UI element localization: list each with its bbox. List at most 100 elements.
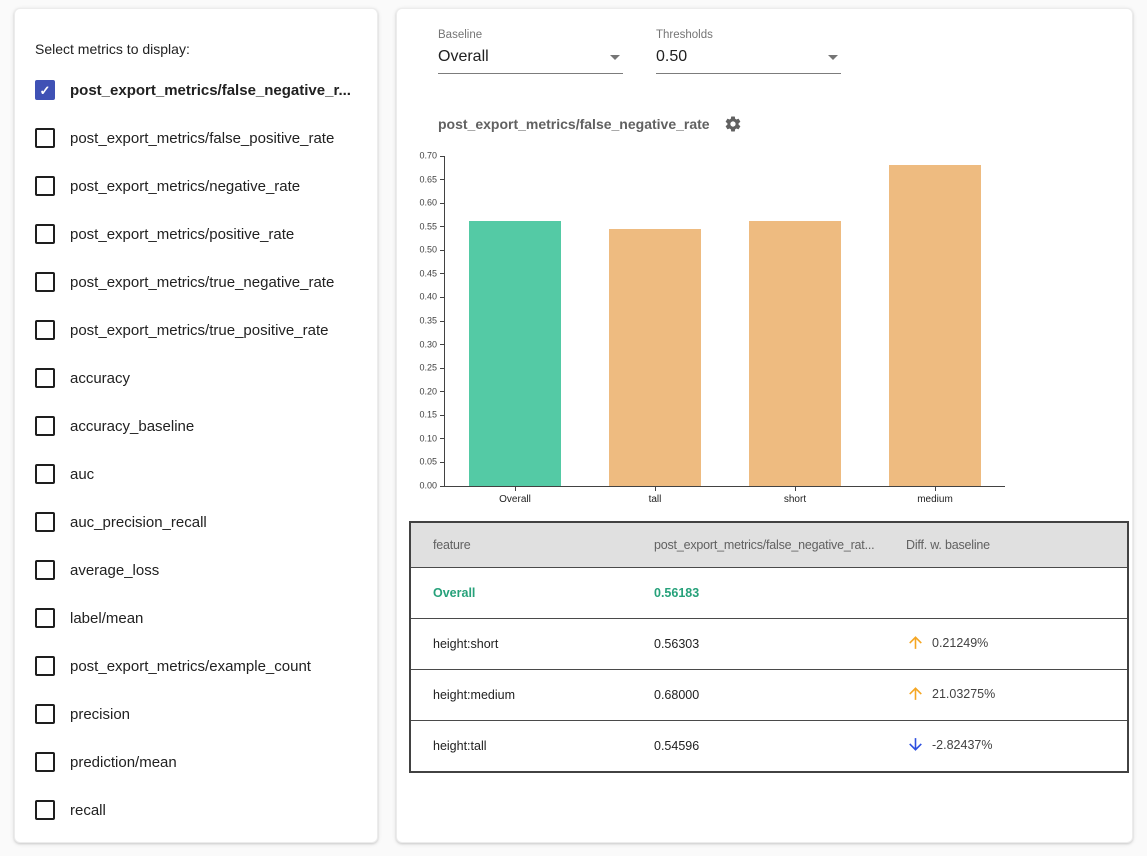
- metric-checkbox-item[interactable]: prediction/mean: [15, 738, 377, 786]
- thresholds-dropdown[interactable]: Thresholds 0.50: [656, 29, 841, 74]
- y-tick-mark: [440, 486, 445, 487]
- header-feature: feature: [410, 522, 632, 568]
- metric-label: auc_precision_recall: [70, 514, 207, 531]
- metric-checkbox-item[interactable]: label/mean: [15, 594, 377, 642]
- metric-checkbox-item[interactable]: recall: [15, 786, 377, 834]
- bar-medium[interactable]: [889, 165, 981, 486]
- baseline-dropdown-value-row[interactable]: Overall: [438, 43, 623, 74]
- metric-checkbox-item[interactable]: post_export_metrics/true_negative_rate: [15, 258, 377, 306]
- metric-checkbox-item[interactable]: ✓ post_export_metrics/false_negative_r...: [15, 66, 377, 114]
- x-slot: medium: [865, 487, 1005, 505]
- metric-checkbox-item[interactable]: accuracy_baseline: [15, 402, 377, 450]
- checkbox-icon[interactable]: [35, 704, 55, 724]
- down-arrow-icon: [906, 735, 925, 754]
- metric-label: post_export_metrics/true_positive_rate: [70, 322, 328, 339]
- bar-slot: [585, 156, 725, 486]
- checkbox-icon[interactable]: [35, 608, 55, 628]
- metric-label: prediction/mean: [70, 754, 177, 771]
- dropdown-caret-icon[interactable]: [610, 55, 620, 60]
- x-tick-mark: [795, 487, 796, 491]
- feature-cell: height:short: [410, 619, 632, 670]
- baseline-dropdown[interactable]: Baseline Overall: [438, 29, 623, 74]
- plot-area: [444, 156, 1005, 487]
- metric-checkbox-item[interactable]: post_export_metrics/negative_rate: [15, 162, 377, 210]
- metric-checkbox-item[interactable]: post_export_metrics/example_count: [15, 642, 377, 690]
- metric-label: post_export_metrics/true_negative_rate: [70, 274, 334, 291]
- x-axis: Overalltallshortmedium: [445, 487, 1005, 505]
- metric-label: auc: [70, 466, 94, 483]
- table-row: height:short0.56303 0.21249%: [410, 619, 1128, 670]
- checkbox-icon[interactable]: [35, 176, 55, 196]
- diff-value: 0.21249%: [932, 636, 988, 650]
- x-axis-label: medium: [865, 494, 1005, 505]
- y-tick-mark: [440, 273, 445, 274]
- bar-overall[interactable]: [469, 221, 561, 486]
- metric-checkbox-item[interactable]: post_export_metrics/positive_rate: [15, 210, 377, 258]
- y-tick-mark: [440, 297, 445, 298]
- feature-cell: height:tall: [410, 721, 632, 773]
- y-tick-label: 0.70: [419, 152, 437, 161]
- bar-slot: [445, 156, 585, 486]
- bar-tall[interactable]: [609, 229, 701, 486]
- checkbox-icon[interactable]: [35, 464, 55, 484]
- checkbox-icon[interactable]: [35, 512, 55, 532]
- checkbox-icon[interactable]: [35, 416, 55, 436]
- metric-checkbox-item[interactable]: auc_precision_recall: [15, 498, 377, 546]
- checkbox-icon[interactable]: [35, 752, 55, 772]
- metric-label: post_export_metrics/example_count: [70, 658, 311, 675]
- metric-checkbox-item[interactable]: post_export_metrics/true_positive_rate: [15, 306, 377, 354]
- main-panel-card: Baseline Overall Thresholds 0.50 post_ex…: [396, 8, 1133, 843]
- baseline-dropdown-value: Overall: [438, 48, 489, 66]
- y-tick-label: 0.00: [419, 482, 437, 491]
- y-tick-label: 0.10: [419, 434, 437, 443]
- bar-short[interactable]: [749, 221, 841, 486]
- x-slot: Overall: [445, 487, 585, 505]
- metric-label: accuracy_baseline: [70, 418, 194, 435]
- checkbox-icon[interactable]: [35, 560, 55, 580]
- checkbox-icon[interactable]: [35, 224, 55, 244]
- x-axis-label: Overall: [445, 494, 585, 505]
- table-row: height:tall0.54596-2.82437%: [410, 721, 1128, 773]
- metric-checkbox-item[interactable]: average_loss: [15, 546, 377, 594]
- metric-label: precision: [70, 706, 130, 723]
- checkbox-icon[interactable]: [35, 272, 55, 292]
- header-diff: Diff. w. baseline: [884, 522, 1128, 568]
- thresholds-dropdown-value: 0.50: [656, 48, 687, 66]
- metric-label: post_export_metrics/positive_rate: [70, 226, 294, 243]
- metric-label: accuracy: [70, 370, 130, 387]
- metric-checkbox-item[interactable]: auc: [15, 450, 377, 498]
- diff-value: 21.03275%: [932, 687, 995, 701]
- checkbox-checked-icon[interactable]: ✓: [35, 80, 55, 100]
- x-axis-label: short: [725, 494, 865, 505]
- thresholds-dropdown-label: Thresholds: [656, 29, 841, 41]
- thresholds-dropdown-value-row[interactable]: 0.50: [656, 43, 841, 74]
- value-cell: 0.56303: [632, 619, 884, 670]
- metrics-table: feature post_export_metrics/false_negati…: [409, 521, 1129, 773]
- chart-title: post_export_metrics/false_negative_rate: [438, 116, 710, 132]
- diff-cell: [884, 568, 1128, 619]
- checkbox-icon[interactable]: [35, 800, 55, 820]
- y-tick-mark: [440, 368, 445, 369]
- y-tick-mark: [440, 391, 445, 392]
- x-slot: short: [725, 487, 865, 505]
- metric-checkbox-item[interactable]: accuracy: [15, 354, 377, 402]
- metric-checkbox-item[interactable]: precision: [15, 690, 377, 738]
- y-tick-label: 0.65: [419, 175, 437, 184]
- checkbox-icon[interactable]: [35, 368, 55, 388]
- metric-checkbox-item[interactable]: post_export_metrics/false_positive_rate: [15, 114, 377, 162]
- baseline-dropdown-label: Baseline: [438, 29, 623, 41]
- checkbox-icon[interactable]: [35, 128, 55, 148]
- settings-gear-icon[interactable]: [724, 115, 742, 133]
- metrics-list: ✓ post_export_metrics/false_negative_r...…: [15, 66, 377, 834]
- dropdown-caret-icon[interactable]: [828, 55, 838, 60]
- checkbox-icon[interactable]: [35, 656, 55, 676]
- table-header-row: feature post_export_metrics/false_negati…: [410, 522, 1128, 568]
- metric-label: average_loss: [70, 562, 159, 579]
- checkbox-icon[interactable]: [35, 320, 55, 340]
- metric-label: post_export_metrics/false_negative_r...: [70, 82, 351, 99]
- y-tick-mark: [440, 344, 445, 345]
- metric-label: post_export_metrics/false_positive_rate: [70, 130, 334, 147]
- y-tick-label: 0.40: [419, 293, 437, 302]
- table-row: height:medium0.6800021.03275%: [410, 670, 1128, 721]
- bar-slot: [865, 156, 1005, 486]
